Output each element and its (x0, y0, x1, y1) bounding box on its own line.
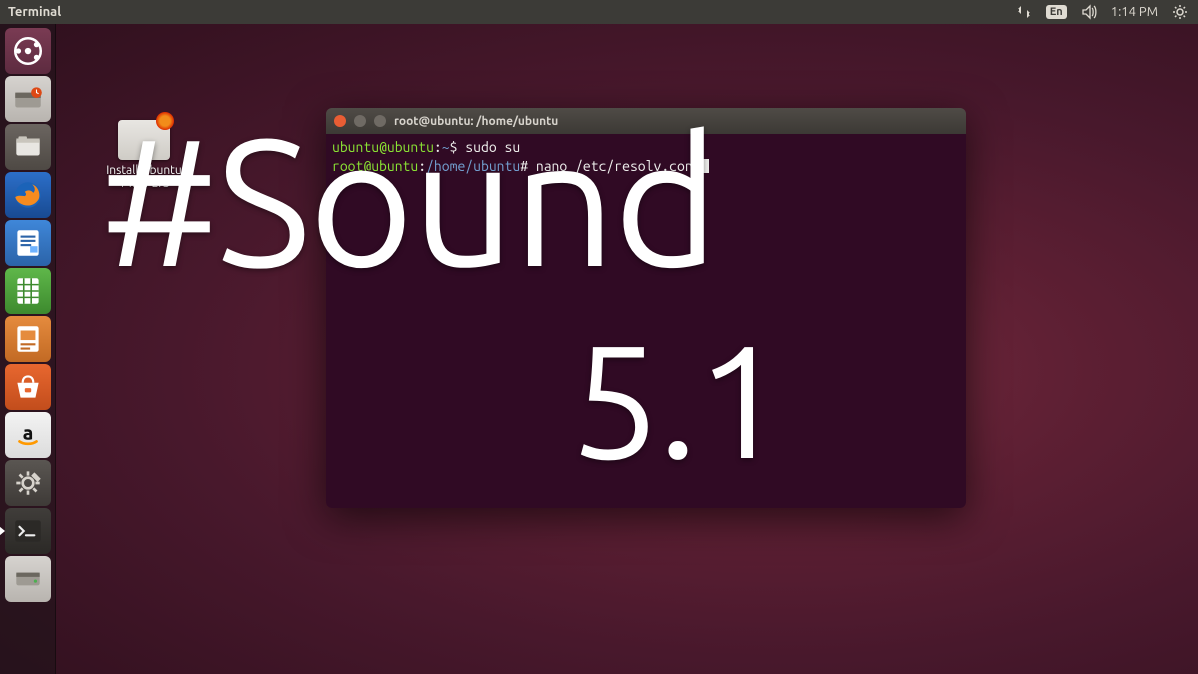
launcher-amazon[interactable]: a (5, 412, 51, 458)
launcher-ubuntu-software[interactable] (5, 364, 51, 410)
network-indicator-icon[interactable] (1016, 4, 1032, 20)
launcher-libreoffice-writer[interactable] (5, 220, 51, 266)
active-app-title: Terminal (8, 5, 61, 19)
launcher-running-indicator-icon (0, 526, 5, 536)
launcher-files[interactable] (5, 124, 51, 170)
launcher-libreoffice-impress[interactable] (5, 316, 51, 362)
session-gear-icon[interactable] (1172, 4, 1188, 20)
svg-text:a: a (22, 421, 33, 443)
launcher-install-ubuntu[interactable] (5, 76, 51, 122)
sound-indicator-icon[interactable] (1081, 4, 1097, 20)
language-indicator[interactable]: En (1046, 5, 1067, 19)
launcher-external-drive[interactable] (5, 556, 51, 602)
unity-launcher: a (0, 24, 56, 674)
launcher-dash-home[interactable] (5, 28, 51, 74)
launcher-libreoffice-calc[interactable] (5, 268, 51, 314)
overlay-text-sound: #Sound (100, 110, 717, 290)
overlay-text-version: 5.1 (570, 320, 784, 480)
launcher-terminal[interactable] (5, 508, 51, 554)
launcher-system-settings[interactable] (5, 460, 51, 506)
top-menu-bar: Terminal En 1:14 PM (0, 0, 1198, 24)
launcher-firefox[interactable] (5, 172, 51, 218)
menubar-right: En 1:14 PM (1016, 4, 1194, 20)
clock[interactable]: 1:14 PM (1111, 5, 1158, 19)
menubar-left: Terminal (4, 5, 61, 19)
